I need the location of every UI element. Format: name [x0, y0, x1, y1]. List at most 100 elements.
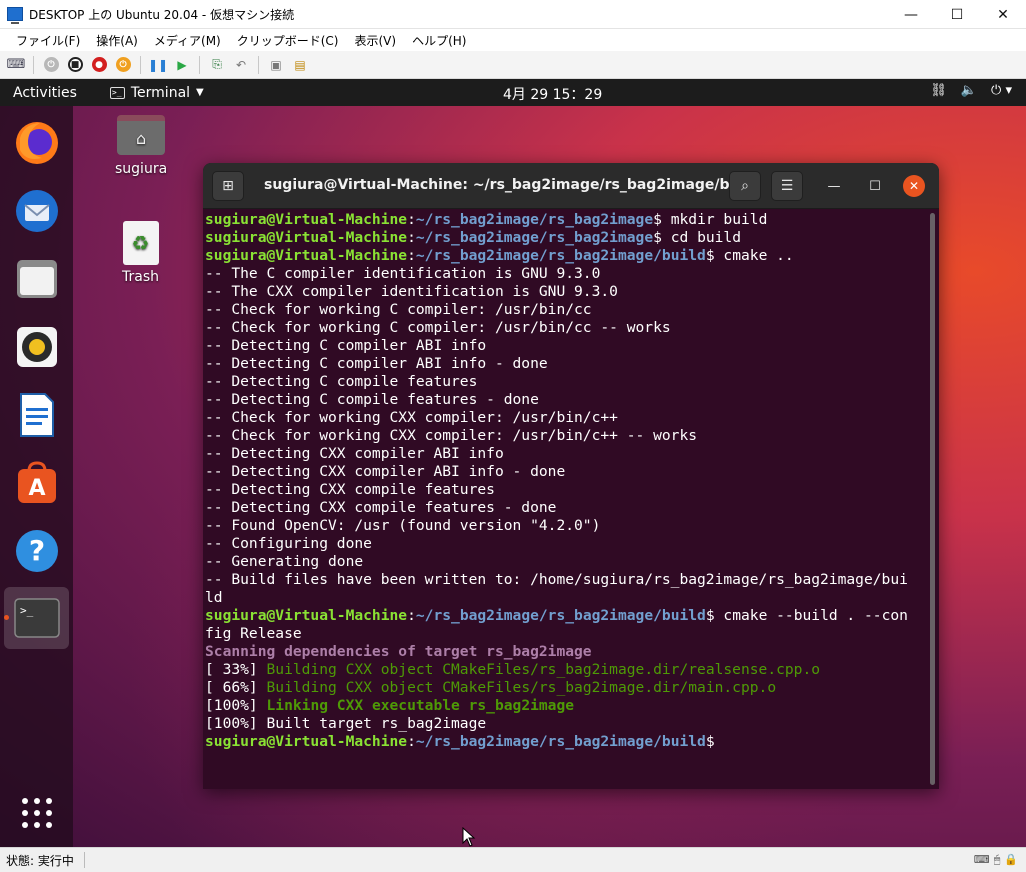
prompt-path: ~/rs_bag2image/rs_bag2image/build	[415, 733, 706, 750]
minimize-button[interactable]: —	[888, 0, 934, 29]
share-icon: ▤	[294, 57, 306, 72]
pause-icon: ❚❚	[147, 57, 169, 72]
app-grid-icon	[22, 798, 52, 828]
gnome-top-bar: Activities >_ Terminal ▼ 4月 29 15：29 ⛓ 🔈…	[0, 79, 1026, 106]
app-menu[interactable]: >_ Terminal ▼	[109, 85, 204, 101]
terminal-line: -- Build files have been written to: /ho…	[205, 571, 927, 589]
save-state-button[interactable]: ⏻	[112, 54, 134, 76]
turn-off-button[interactable]: ■	[64, 54, 86, 76]
dock-help[interactable]: ?	[12, 526, 62, 576]
clock[interactable]: 4月 29 15：29	[503, 84, 602, 104]
share-button[interactable]: ▤	[289, 54, 311, 76]
rhythmbox-icon	[17, 327, 57, 367]
terminal-line: sugiura@Virtual-Machine:~/rs_bag2image/r…	[205, 733, 927, 751]
revert-button[interactable]: ↶	[230, 54, 252, 76]
prompt-dollar: $	[705, 607, 715, 624]
pause-button[interactable]: ❚❚	[147, 54, 169, 76]
prompt-dollar: $	[705, 733, 715, 750]
activities-button[interactable]: Activities	[13, 85, 77, 101]
dock-software[interactable]: A	[12, 458, 62, 508]
dock-files[interactable]	[12, 254, 62, 304]
play-icon: ▶	[177, 57, 187, 72]
progress-text: Built target rs_bag2image	[266, 715, 487, 732]
terminal-line: -- Detecting C compile features	[205, 373, 927, 391]
svg-text:>_: >_	[20, 604, 34, 617]
menu-file[interactable]: ファイル(F)	[8, 32, 88, 49]
dock-terminal[interactable]: >_	[12, 593, 62, 643]
desktop-icon-trash[interactable]: ♻ Trash	[122, 221, 159, 285]
terminal-maximize-button[interactable]: ☐	[864, 175, 886, 197]
output-text: -- Check for working C compiler: /usr/bi…	[205, 301, 592, 318]
output-text: -- Check for working CXX compiler: /usr/…	[205, 409, 618, 426]
dock-firefox[interactable]	[12, 118, 62, 168]
resume-button[interactable]: ▶	[171, 54, 193, 76]
toolbar-separator	[258, 55, 259, 74]
start-button[interactable]: ⏻	[40, 54, 62, 76]
close-button[interactable]: ✕	[980, 0, 1026, 29]
prompt-colon: :	[407, 247, 416, 264]
terminal-line: -- The C compiler identification is GNU …	[205, 265, 927, 283]
terminal-line: -- Detecting CXX compile features	[205, 481, 927, 499]
host-statusbar: 状態: 実行中 ⌨ 🖱 🔒	[0, 847, 1026, 872]
terminal-line: -- Configuring done	[205, 535, 927, 553]
prompt-colon: :	[407, 733, 416, 750]
maximize-button[interactable]: ☐	[934, 0, 980, 29]
new-tab-icon: ⊞	[222, 178, 234, 194]
checkpoint-button[interactable]: ⎘	[206, 54, 228, 76]
search-button[interactable]: ⌕	[729, 171, 761, 201]
command-text: cmake ..	[714, 247, 794, 264]
progress-text: Building CXX object CMakeFiles/rs_bag2im…	[266, 661, 821, 678]
show-applications-button[interactable]	[12, 788, 62, 838]
vm-connection-icon	[7, 7, 23, 24]
shutdown-button[interactable]: ●	[88, 54, 110, 76]
output-text: -- Detecting CXX compile features - done	[205, 499, 557, 516]
maximize-icon: ☐	[869, 178, 881, 194]
files-icon	[17, 260, 57, 298]
terminal-scrollbar[interactable]	[930, 213, 935, 785]
terminal-line: -- Detecting C compiler ABI info	[205, 337, 927, 355]
output-text: -- Detecting C compile features - done	[205, 391, 539, 408]
menu-media[interactable]: メディア(M)	[146, 32, 229, 49]
dock-rhythmbox[interactable]	[12, 322, 62, 372]
enhanced-session-button[interactable]: ▣	[265, 54, 287, 76]
shutdown-icon: ●	[91, 57, 107, 72]
terminal-window[interactable]: ⊞ sugiura@Virtual-Machine: ~/rs_bag2imag…	[203, 163, 939, 789]
new-tab-button[interactable]: ⊞	[212, 171, 244, 201]
ctrl-alt-del-button[interactable]: ⌨	[5, 54, 27, 76]
progress-text: Linking CXX executable rs_bag2image	[266, 697, 575, 714]
output-text: -- The CXX compiler identification is GN…	[205, 283, 618, 300]
terminal-line: -- The CXX compiler identification is GN…	[205, 283, 927, 301]
menu-view[interactable]: 表示(V)	[347, 32, 405, 49]
prompt-colon: :	[407, 229, 416, 246]
vm-screen[interactable]: Activities >_ Terminal ▼ 4月 29 15：29 ⛓ 🔈…	[0, 79, 1026, 847]
progress-text: Building CXX object CMakeFiles/rs_bag2im…	[266, 679, 777, 696]
prompt-path: ~/rs_bag2image/rs_bag2image	[415, 229, 654, 246]
window-controls: — ☐ ✕	[888, 0, 1026, 29]
system-tray[interactable]: ⛓ 🔈 ⏻ ▾	[930, 83, 1012, 98]
enhanced-session-icon: ▣	[270, 57, 282, 72]
dock-libreoffice-writer[interactable]	[12, 390, 62, 440]
close-icon: ✕	[908, 179, 920, 193]
output-text: -- Configuring done	[205, 535, 372, 552]
svg-text:?: ?	[29, 534, 45, 567]
menu-clipboard[interactable]: クリップボード(C)	[229, 32, 347, 49]
terminal-line: -- Detecting C compiler ABI info - done	[205, 355, 927, 373]
home-folder-icon: ⌂	[117, 115, 166, 155]
output-text: -- Detecting C compile features	[205, 373, 478, 390]
host-titlebar: DESKTOP 上の Ubuntu 20.04 - 仮想マシン接続 — ☐ ✕	[0, 0, 1026, 29]
output-text: -- Check for working CXX compiler: /usr/…	[205, 427, 698, 444]
menu-action[interactable]: 操作(A)	[88, 32, 146, 49]
prompt-user: sugiura@Virtual-Machine	[205, 733, 408, 750]
running-indicator	[4, 615, 9, 620]
menu-help[interactable]: ヘルプ(H)	[404, 32, 474, 49]
terminal-close-button[interactable]: ✕	[903, 175, 925, 197]
terminal-line: -- Check for working C compiler: /usr/bi…	[205, 301, 927, 319]
terminal-line: -- Generating done	[205, 553, 927, 571]
hamburger-menu-button[interactable]: ☰	[771, 171, 803, 201]
terminal-output[interactable]: sugiura@Virtual-Machine:~/rs_bag2image/r…	[205, 211, 927, 751]
terminal-minimize-button[interactable]: —	[823, 175, 845, 197]
desktop-icon-home[interactable]: ⌂ sugiura	[115, 115, 167, 177]
output-text: -- Detecting CXX compiler ABI info - don…	[205, 463, 566, 480]
terminal-line: -- Check for working CXX compiler: /usr/…	[205, 409, 927, 427]
dock-thunderbird[interactable]	[12, 186, 62, 236]
